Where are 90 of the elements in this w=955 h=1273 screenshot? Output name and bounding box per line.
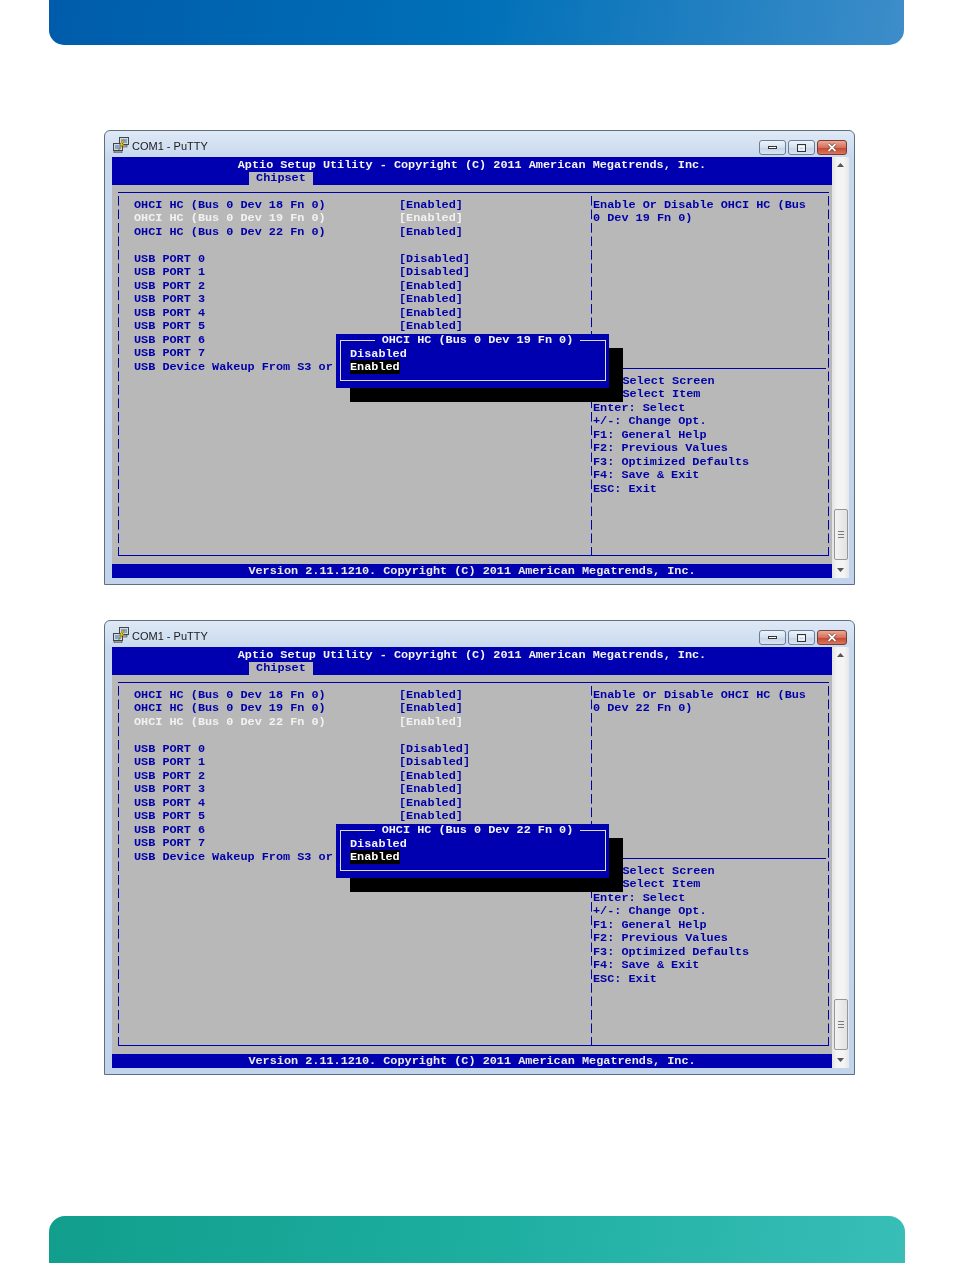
- scroll-up-icon[interactable]: [837, 653, 844, 657]
- key-hint: ESC: Exit: [593, 481, 657, 496]
- close-button[interactable]: [817, 630, 847, 645]
- setting-name[interactable]: OHCI HC (Bus 0 Dev 19 Fn 0): [134, 701, 326, 715]
- setting-name[interactable]: USB PORT 1: [134, 755, 205, 769]
- setting-name[interactable]: OHCI HC (Bus 0 Dev 18 Fn 0): [134, 197, 326, 212]
- setting-value[interactable]: [Disabled]: [399, 742, 470, 756]
- setting-name[interactable]: OHCI HC (Bus 0 Dev 22 Fn 0): [134, 224, 326, 239]
- setting-name[interactable]: USB PORT 4: [134, 795, 205, 810]
- setting-name[interactable]: USB PORT 0: [134, 741, 205, 756]
- setting-value[interactable]: [Enabled]: [399, 225, 463, 239]
- key-hint: F1: General Help: [593, 427, 707, 442]
- setting-value[interactable]: [Enabled]: [399, 810, 463, 824]
- setting-name[interactable]: USB PORT 2: [134, 278, 205, 293]
- setting-value[interactable]: [Enabled]: [399, 796, 463, 810]
- key-hint: Select Screen: [622, 373, 715, 388]
- setting-value[interactable]: [Disabled]: [399, 756, 470, 770]
- setting-value[interactable]: [Enabled]: [399, 688, 463, 702]
- help-text: Enable Or Disable OHCI HC (Bus 0 Dev 19 Fn 0): [593, 198, 807, 226]
- setting-name[interactable]: USB PORT 0: [134, 251, 205, 266]
- setting-value[interactable]: [Enabled]: [399, 198, 463, 212]
- close-icon: [827, 633, 837, 642]
- popup-option[interactable]: Disabled: [350, 836, 407, 851]
- setting-value[interactable]: [Disabled]: [399, 266, 470, 280]
- setting-name[interactable]: USB PORT 5: [134, 809, 205, 823]
- setting-name[interactable]: USB PORT 4: [134, 305, 205, 320]
- key-hint: Select Item: [622, 877, 701, 891]
- setting-name[interactable]: USB PORT 6: [134, 822, 205, 837]
- setup-title: Aptio Setup Utility - Copyright (C) 2011 American Megatrends, Inc.: [237, 157, 707, 172]
- screen-tab[interactable]: Chipset: [249, 172, 313, 185]
- scroll-down-icon[interactable]: [837, 1058, 844, 1062]
- key-hint: F2: Previous Values: [593, 931, 728, 945]
- setting-value[interactable]: [Enabled]: [399, 279, 463, 293]
- setting-name[interactable]: USB PORT 1: [134, 265, 205, 279]
- setting-name[interactable]: USB PORT 3: [134, 782, 205, 796]
- key-hint: F1: General Help: [593, 917, 707, 932]
- setting-value[interactable]: [Disabled]: [399, 252, 470, 266]
- setting-value[interactable]: [Enabled]: [399, 320, 463, 334]
- setting-name[interactable]: USB PORT 7: [134, 836, 205, 850]
- popup-option[interactable]: Enabled: [350, 850, 400, 864]
- key-hint: F3: Optimized Defaults: [593, 944, 750, 959]
- setting-name[interactable]: USB Device Wakeup From S3 or: [134, 849, 333, 864]
- maximize-icon: [797, 143, 806, 152]
- window-title: COM1 - PuTTY: [132, 629, 208, 642]
- key-hint: +/-: Change Opt.: [593, 904, 707, 918]
- help-text: Enable Or Disable OHCI HC (Bus 0 Dev 22 Fn 0): [593, 688, 807, 716]
- computers-icon: [113, 137, 129, 153]
- maximize-button[interactable]: [788, 140, 815, 155]
- key-hint: F4: Save & Exit: [593, 468, 700, 482]
- key-hint: +/-: Change Opt.: [593, 414, 707, 428]
- key-hint: F4: Save & Exit: [593, 958, 700, 972]
- popup-option[interactable]: Disabled: [350, 346, 407, 361]
- scroll-thumb[interactable]: [833, 509, 848, 560]
- setup-title: Aptio Setup Utility - Copyright (C) 2011 American Megatrends, Inc.: [237, 647, 707, 662]
- setting-name[interactable]: USB PORT 2: [134, 768, 205, 783]
- key-hint: Select Item: [622, 387, 701, 401]
- minimize-button[interactable]: [759, 140, 786, 155]
- maximize-icon: [797, 633, 806, 642]
- close-icon: [827, 143, 837, 152]
- setting-value[interactable]: [Enabled]: [399, 306, 463, 320]
- setting-value[interactable]: [Enabled]: [399, 293, 463, 307]
- minimize-button[interactable]: [759, 630, 786, 645]
- key-hint: Enter: Select: [593, 400, 686, 415]
- close-button[interactable]: [817, 140, 847, 155]
- key-hint: F2: Previous Values: [593, 441, 728, 455]
- maximize-button[interactable]: [788, 630, 815, 645]
- computers-icon: [113, 627, 129, 643]
- setting-name[interactable]: USB PORT 5: [134, 319, 205, 333]
- scroll-thumb[interactable]: [833, 999, 848, 1050]
- popup-option[interactable]: Enabled: [350, 360, 400, 374]
- setting-value[interactable]: [Enabled]: [399, 783, 463, 797]
- setting-name[interactable]: OHCI HC (Bus 0 Dev 18 Fn 0): [134, 687, 326, 702]
- setting-value[interactable]: [Enabled]: [399, 769, 463, 783]
- key-hint: ESC: Exit: [593, 971, 657, 986]
- key-hint: Select Screen: [622, 863, 715, 878]
- minimize-icon: [768, 636, 777, 639]
- window-title: COM1 - PuTTY: [132, 139, 208, 152]
- minimize-icon: [768, 146, 777, 149]
- key-hint: Enter: Select: [593, 890, 686, 905]
- key-hint: F3: Optimized Defaults: [593, 454, 750, 469]
- screen-tab[interactable]: Chipset: [249, 662, 313, 675]
- status-bar: Version 2.11.1210. Copyright (C) 2011 American Megatrends, Inc.: [112, 1054, 832, 1068]
- setting-name[interactable]: USB PORT 6: [134, 332, 205, 347]
- setting-name[interactable]: USB PORT 7: [134, 346, 205, 360]
- setting-name[interactable]: USB PORT 3: [134, 292, 205, 306]
- status-bar: Version 2.11.1210. Copyright (C) 2011 American Megatrends, Inc.: [112, 564, 832, 578]
- scroll-up-icon[interactable]: [837, 163, 844, 167]
- setting-value[interactable]: [Enabled]: [399, 702, 463, 716]
- scroll-down-icon[interactable]: [837, 568, 844, 572]
- setting-name[interactable]: USB Device Wakeup From S3 or: [134, 359, 333, 374]
